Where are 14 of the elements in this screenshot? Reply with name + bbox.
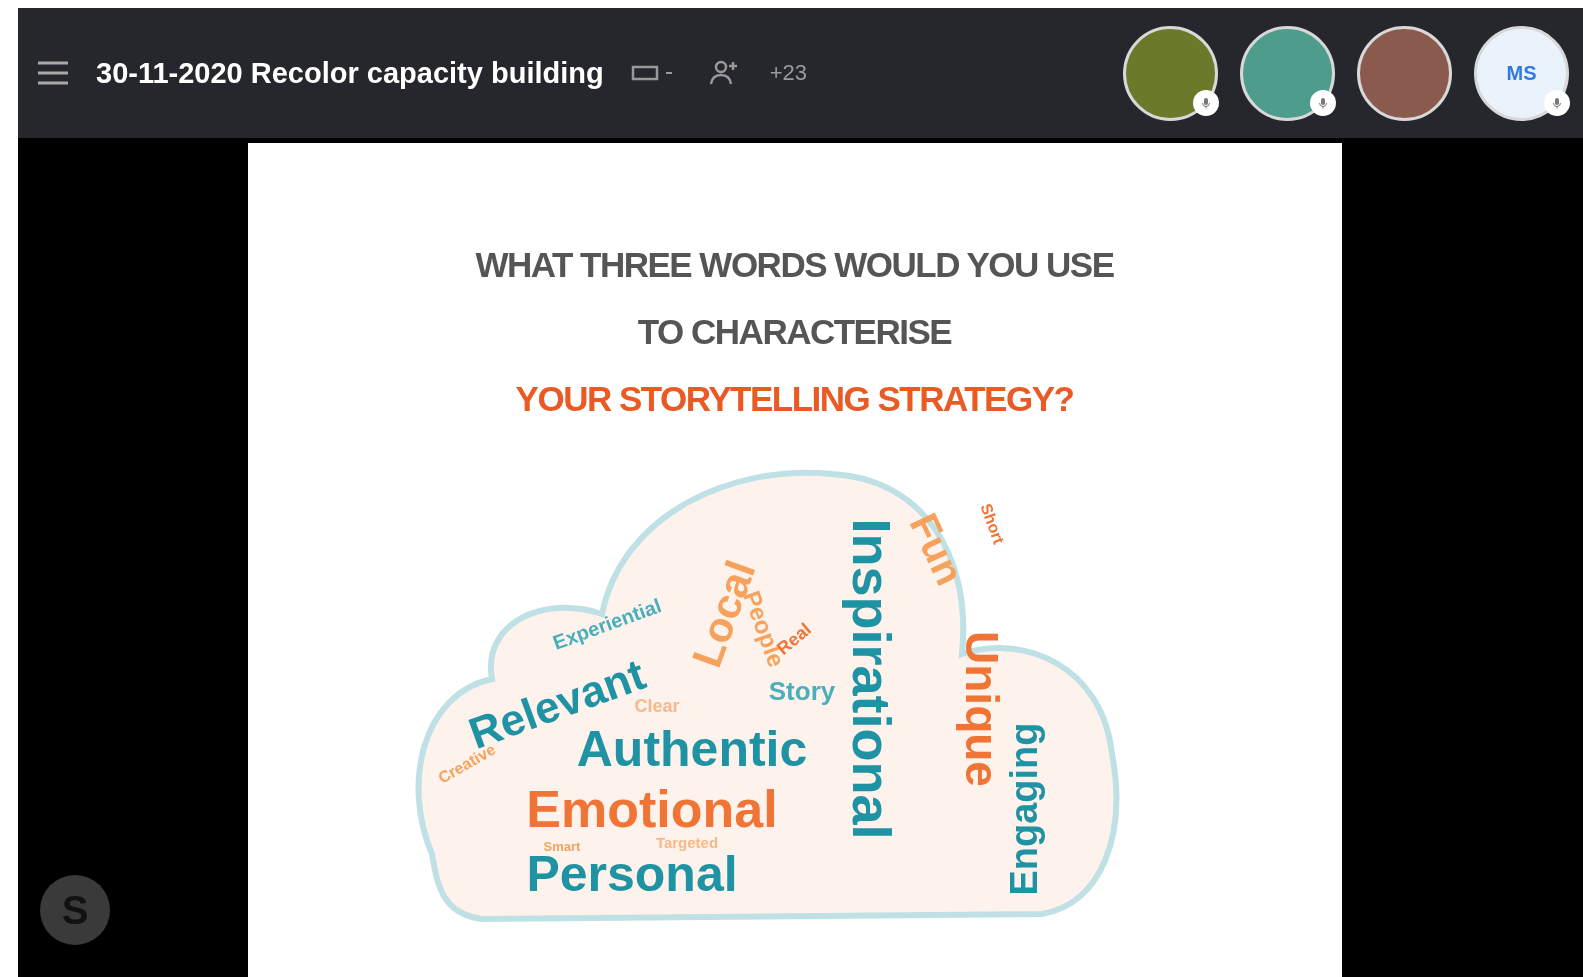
call-title: 30-11-2020 Recolor capacity building bbox=[96, 56, 604, 90]
slide-title-line: WHAT THREE WORDS WOULD YOU USE bbox=[475, 244, 1114, 286]
initials-avatar[interactable]: MS bbox=[1474, 25, 1569, 121]
participant-count-button[interactable]: +23 bbox=[765, 56, 812, 90]
slide-title-line: YOUR STORYTELLING STRATEGY? bbox=[515, 378, 1074, 420]
slide-title-line: TO CHARACTERISE bbox=[637, 311, 952, 353]
cloud-word: Engaging bbox=[1005, 722, 1043, 896]
cloud-word: Short bbox=[977, 501, 1007, 547]
cloud-word: Fun bbox=[903, 507, 971, 591]
cloud-word: Story bbox=[768, 678, 836, 704]
avatar-initials: MS bbox=[1506, 61, 1537, 85]
cloud-word: Smart bbox=[543, 839, 581, 853]
cloud-word: Emotional bbox=[526, 783, 778, 835]
cloud-word: Targeted bbox=[655, 834, 719, 850]
